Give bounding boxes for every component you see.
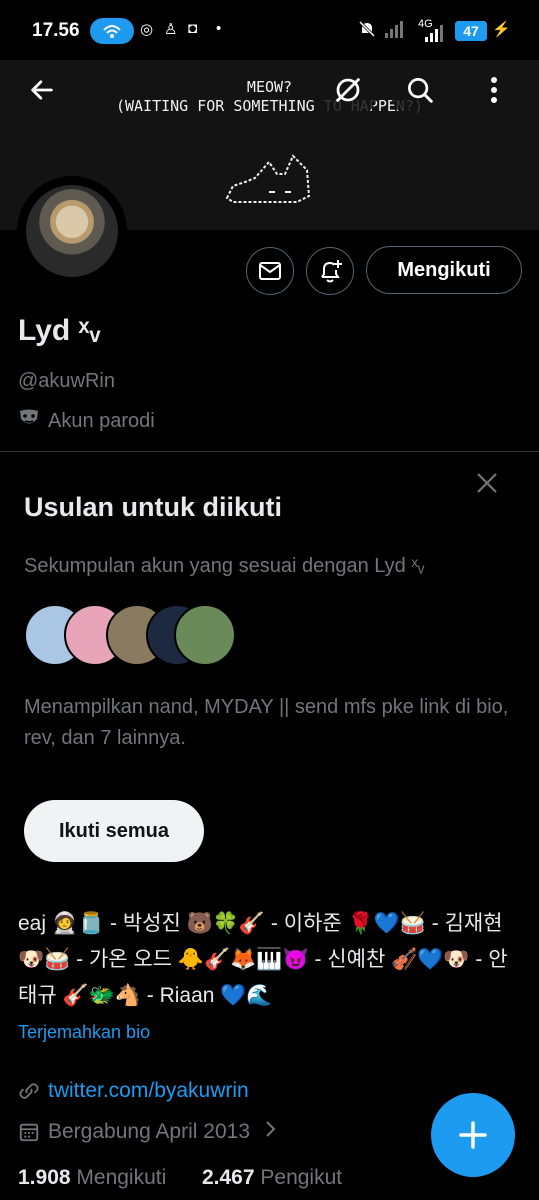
search-icon (408, 78, 433, 103)
following-count[interactable]: 1.908 Mengikuti (18, 1166, 166, 1189)
website-row: twitter.com/byakuwrin (18, 1079, 249, 1103)
mask-icon (18, 408, 40, 434)
link-icon (19, 1083, 39, 1099)
arrow-left-icon (31, 80, 53, 100)
joined-row[interactable]: Bergabung April 2013 (18, 1120, 276, 1144)
slashed-circle-icon (335, 77, 361, 103)
follow-counts: 1.908 Mengikuti 2.467 Pengikut (18, 1166, 342, 1190)
following-button[interactable]: Mengikuti (366, 246, 522, 294)
suggestions-subtitle: Sekumpulan akun yang sesuai dengan Lyd ˣ… (24, 555, 425, 577)
pixel-cat-icon (225, 148, 315, 213)
profile-bio: eaj 🧑‍🚀🫙 - 박성진 🐻🍀🎸 - 이하준 🌹💙🥁 - 김재현 🐶🥁 - … (18, 912, 508, 1007)
suggestions-title: Usulan untuk diikuti (24, 492, 283, 522)
chevron-right-icon (264, 1120, 276, 1144)
back-button[interactable] (12, 60, 72, 120)
bell-plus-icon (321, 260, 342, 283)
compose-button[interactable] (431, 1093, 515, 1177)
signal-2-icon (424, 24, 446, 46)
suggestions-description: Menampilkan nand, MYDAY || send mfs pke … (24, 696, 509, 749)
grok-button[interactable] (318, 60, 378, 120)
follow-all-button[interactable]: Ikuti semua (24, 800, 204, 862)
plus-icon (459, 1121, 487, 1149)
parody-label: Akun parodi (18, 408, 155, 434)
suggested-avatar (174, 604, 236, 666)
close-suggestions-button[interactable] (470, 466, 504, 500)
avatar[interactable] (17, 176, 127, 286)
search-button[interactable] (390, 60, 450, 120)
joined-date: Bergabung April 2013 (48, 1120, 250, 1143)
mute-icon (358, 20, 376, 42)
hotspot-icon (90, 18, 134, 44)
status-bar: 17.56 ◎ ♙ ◘ • 4G 47 ⚡ (0, 0, 539, 62)
close-icon (477, 473, 497, 493)
whatsapp-icon: ◎ (140, 21, 154, 38)
more-notifications-icon: • (216, 20, 222, 37)
website-link[interactable]: twitter.com/byakuwrin (48, 1079, 249, 1103)
calendar-icon (19, 1123, 39, 1142)
snapchat-icon: ♙ (164, 21, 178, 38)
username: @akuwRin (18, 370, 116, 392)
instagram-icon: ◘ (188, 20, 198, 37)
translate-bio-link[interactable]: Terjemahkan bio (18, 1022, 150, 1043)
avatar-image (26, 185, 118, 277)
notifications-button[interactable] (306, 247, 354, 295)
status-time: 17.56 (32, 20, 80, 41)
more-vertical-icon (491, 77, 497, 103)
divider (0, 451, 539, 452)
envelope-icon (259, 262, 281, 280)
followers-count[interactable]: 2.467 Pengikut (202, 1166, 342, 1189)
message-button[interactable] (246, 247, 294, 295)
suggested-avatars[interactable] (24, 604, 244, 666)
battery-indicator: 47 (455, 21, 487, 41)
more-button[interactable] (464, 60, 524, 120)
signal-1-icon (384, 20, 406, 42)
banner-text: MEOW? (WAITING FOR SOMETHING TO HAPPEN?) (115, 78, 424, 115)
display-name: Lyd ˣᵥ (18, 314, 101, 347)
charging-icon: ⚡ (492, 21, 511, 38)
